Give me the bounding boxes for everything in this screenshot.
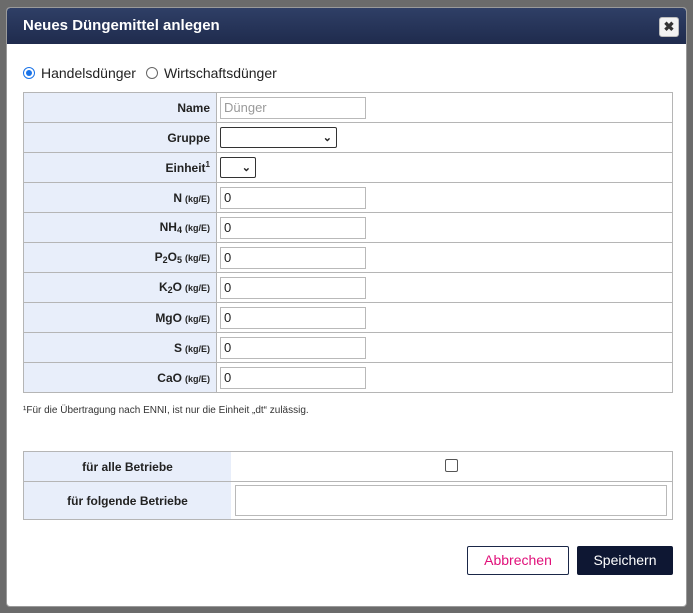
s-label: S: [173, 340, 182, 355]
dialog-title: Neues Düngemittel anlegen: [23, 17, 220, 34]
n-label-cell: N (kg/E): [23, 182, 217, 213]
form-row-gruppe: Gruppe ⌄: [23, 122, 673, 153]
form-row-n: N (kg/E): [23, 182, 673, 213]
fertilizer-form-table: Name Gruppe ⌄ Einheit1 ⌄ N(kg/E) NH4(kg/…: [23, 92, 673, 393]
einheit-label: Einheit: [165, 161, 206, 175]
k2o-unit: (kg/E): [184, 283, 210, 293]
new-fertilizer-dialog: Neues Düngemittel anlegen ✖ Handelsdünge…: [6, 7, 687, 607]
p2o5-subscript-b: 5: [176, 255, 182, 265]
nh4-label: NH: [159, 220, 177, 234]
n-label: N: [173, 190, 182, 205]
k2o-label-b: O: [172, 280, 182, 294]
n-input[interactable]: [220, 186, 366, 209]
name-input[interactable]: [220, 96, 366, 119]
p2o5-label-a: P: [154, 250, 163, 264]
nh4-subscript: 4: [176, 225, 182, 235]
einheit-label-cell: Einheit1: [23, 152, 217, 183]
all-betriebe-checkbox[interactable]: [445, 458, 458, 472]
form-row-p2o5: P2O5 (kg/E): [23, 242, 673, 273]
betriebe-table: für alle Betriebe für folgende Betriebe: [23, 451, 673, 520]
unit-footnote: ¹Für die Übertragung nach ENNI, ist nur …: [23, 405, 309, 416]
close-icon[interactable]: ✖: [659, 17, 679, 37]
specific-betriebe-input[interactable]: [235, 485, 667, 516]
fertilizer-type-radio-group: Handelsdünger Wirtschaftsdünger: [23, 65, 287, 81]
radio-wirtschaftsduenger-label[interactable]: Wirtschaftsdünger: [164, 65, 277, 81]
form-row-mgo: MgO (kg/E): [23, 302, 673, 333]
chevron-down-icon: ⌄: [322, 132, 332, 144]
radio-handelsduenger[interactable]: [23, 67, 35, 79]
radio-handelsduenger-label[interactable]: Handelsdünger: [41, 65, 136, 81]
k2o-input[interactable]: [220, 276, 366, 299]
k2o-label-cell: K2O (kg/E): [23, 272, 217, 303]
p2o5-label-b: O: [167, 250, 177, 264]
radio-wirtschaftsduenger[interactable]: [145, 67, 158, 79]
s-input[interactable]: [220, 336, 366, 359]
nh4-input[interactable]: [220, 216, 366, 239]
p2o5-input[interactable]: [220, 246, 366, 269]
mgo-input[interactable]: [220, 306, 366, 329]
einheit-footnote-marker: 1: [205, 160, 210, 169]
cao-label-cell: CaO (kg/E): [23, 362, 217, 393]
gruppe-label: Gruppe: [23, 122, 217, 153]
specific-betriebe-label: für folgende Betriebe: [23, 481, 231, 520]
form-row-nh4: NH4 (kg/E): [23, 212, 673, 243]
form-row-s: S (kg/E): [23, 332, 673, 363]
s-label-cell: S (kg/E): [23, 332, 217, 363]
k2o-label-a: K: [158, 280, 168, 294]
save-button[interactable]: Speichern: [577, 546, 673, 575]
form-row-cao: CaO (kg/E): [23, 362, 673, 393]
cao-label: CaO: [157, 370, 182, 385]
nh4-unit: (kg/E): [184, 223, 210, 233]
mgo-label: MgO: [155, 310, 182, 325]
cancel-button[interactable]: Abbrechen: [467, 546, 569, 575]
p2o5-label-cell: P2O5 (kg/E): [23, 242, 217, 273]
betriebe-row-all: für alle Betriebe: [23, 451, 673, 482]
mgo-unit: (kg/E): [184, 313, 210, 324]
betriebe-row-specific: für folgende Betriebe: [23, 481, 673, 520]
all-betriebe-label: für alle Betriebe: [23, 451, 231, 482]
einheit-select[interactable]: ⌄: [220, 157, 256, 178]
chevron-down-icon: ⌄: [241, 162, 251, 174]
gruppe-select[interactable]: ⌄: [220, 127, 337, 148]
s-unit: (kg/E): [184, 343, 210, 354]
cao-unit: (kg/E): [184, 373, 210, 384]
dialog-titlebar: Neues Düngemittel anlegen ✖: [7, 8, 686, 44]
form-row-name: Name: [23, 92, 673, 123]
p2o5-unit: (kg/E): [184, 253, 210, 263]
nh4-label-cell: NH4 (kg/E): [23, 212, 217, 243]
form-row-einheit: Einheit1 ⌄: [23, 152, 673, 183]
name-label: Name: [23, 92, 217, 123]
cao-input[interactable]: [220, 366, 366, 389]
form-row-k2o: K2O (kg/E): [23, 272, 673, 303]
n-unit: (kg/E): [184, 193, 210, 204]
mgo-label-cell: MgO (kg/E): [23, 302, 217, 333]
